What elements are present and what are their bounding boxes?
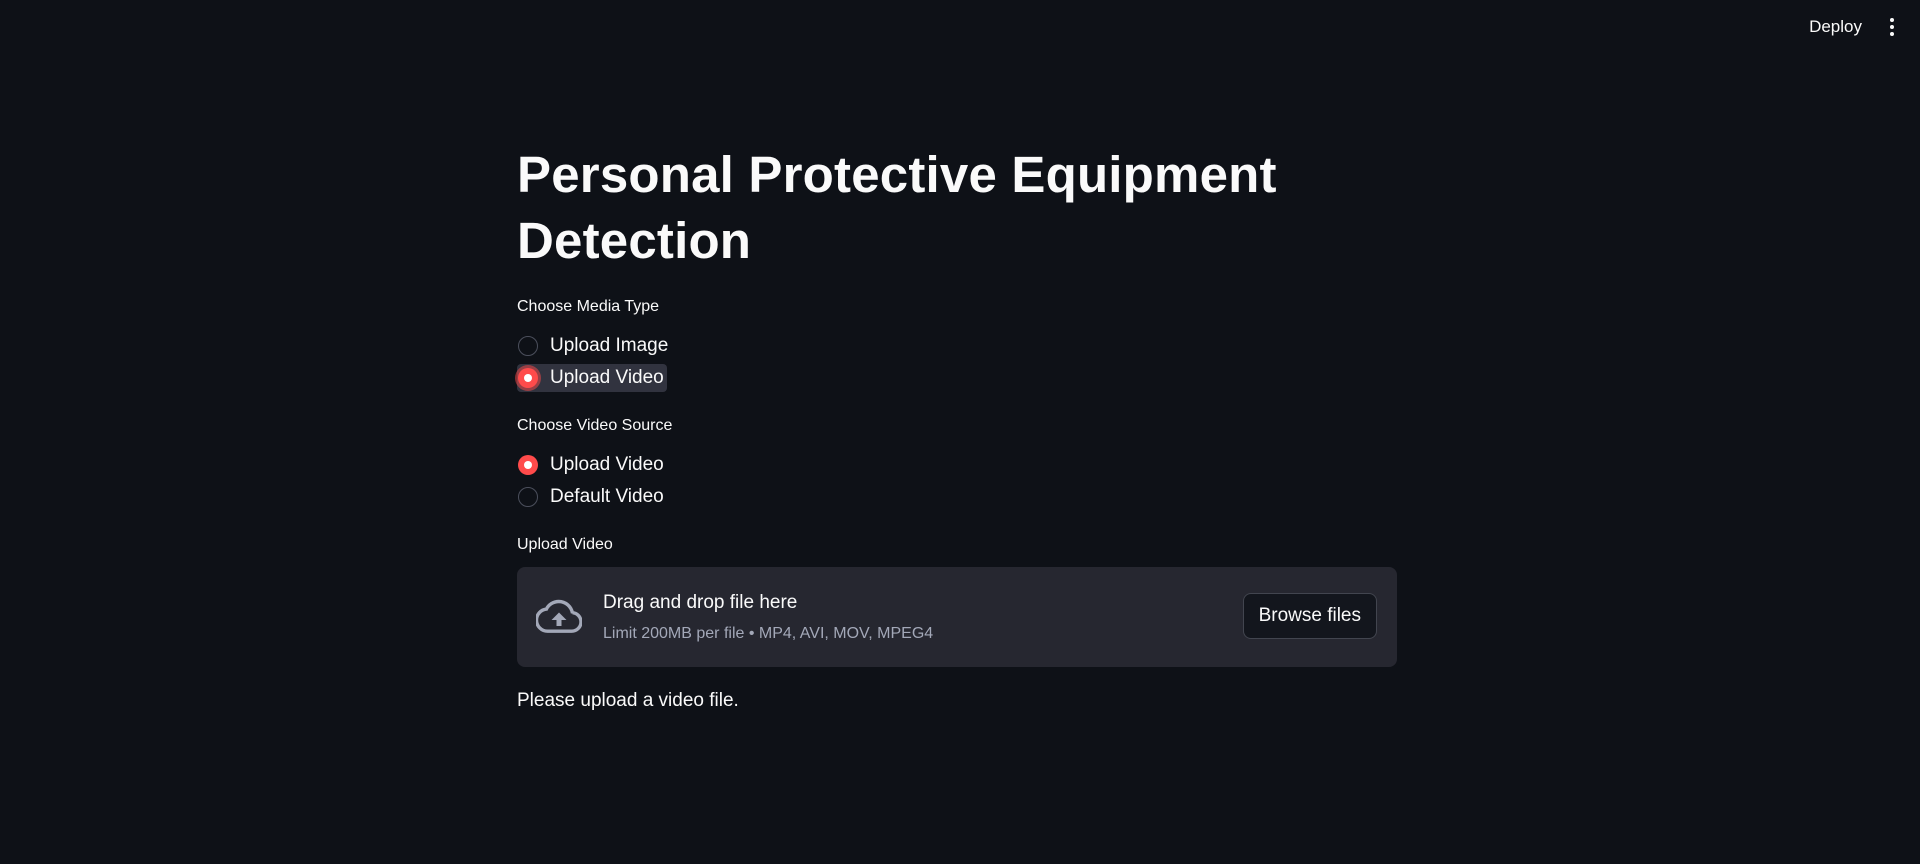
radio-upload-video[interactable]: Upload Video <box>517 364 667 392</box>
menu-dot <box>1890 18 1894 22</box>
radio-circle-selected <box>518 455 538 475</box>
page-title: Personal Protective Equipment Detection <box>517 146 1277 269</box>
radio-source-upload-video[interactable]: Upload Video <box>517 451 667 479</box>
radio-label: Default Video <box>550 486 664 507</box>
media-type-label: Choose Media Type <box>517 298 660 315</box>
radio-label: Upload Video <box>550 367 664 388</box>
upload-video-label: Upload Video <box>517 536 613 553</box>
radio-label: Upload Image <box>550 335 669 356</box>
radio-circle <box>518 336 538 356</box>
deploy-button[interactable]: Deploy <box>1799 14 1872 40</box>
upload-prompt-text: Please upload a video file. <box>517 690 739 711</box>
cloud-upload-icon <box>536 599 582 633</box>
app-header: Deploy <box>0 0 1920 56</box>
radio-label: Upload Video <box>550 454 664 475</box>
radio-circle-selected <box>518 368 538 388</box>
dropzone-limit-text: Limit 200MB per file • MP4, AVI, MOV, MP… <box>603 625 934 642</box>
menu-dot <box>1890 32 1894 36</box>
menu-dot <box>1890 25 1894 29</box>
file-dropzone[interactable]: Drag and drop file here Limit 200MB per … <box>517 567 1397 667</box>
radio-source-default-video[interactable]: Default Video <box>517 483 667 511</box>
radio-circle <box>518 487 538 507</box>
dropzone-title: Drag and drop file here <box>603 592 798 613</box>
kebab-menu-icon[interactable] <box>1884 14 1900 40</box>
video-source-label: Choose Video Source <box>517 417 673 434</box>
browse-files-button[interactable]: Browse files <box>1242 593 1377 639</box>
radio-upload-image[interactable]: Upload Image <box>517 332 671 360</box>
